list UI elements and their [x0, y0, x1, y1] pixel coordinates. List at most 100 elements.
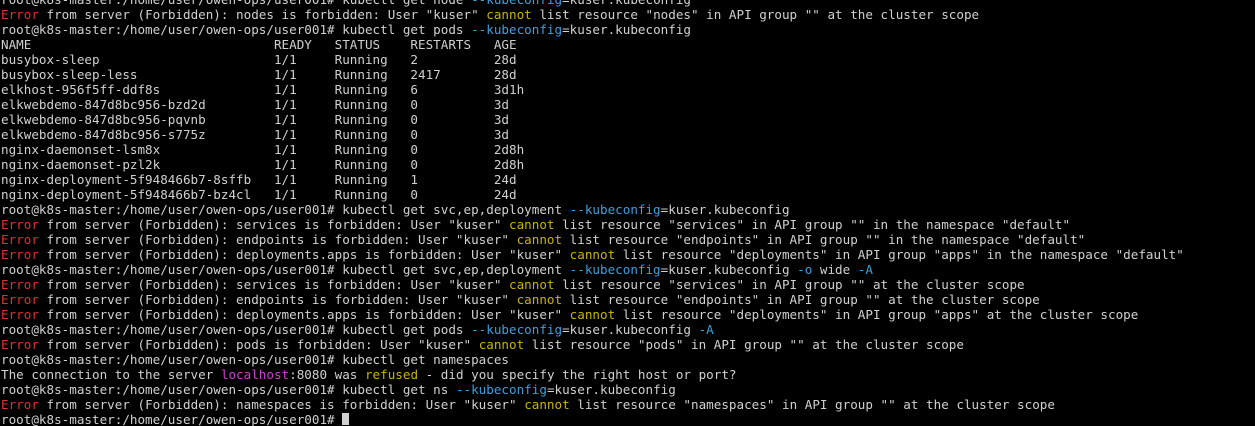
terminal-line: root@k8s-master:/home/user/owen-ops/user…	[1, 202, 1184, 217]
terminal-line: root@k8s-master:/home/user/owen-ops/user…	[1, 412, 1184, 426]
terminal-text-segment: NAME READY STATUS RESTARTS AGE	[1, 37, 517, 52]
terminal-text-segment: Error	[1, 247, 39, 262]
terminal-line: Error from server (Forbidden): deploymen…	[1, 247, 1184, 262]
terminal-line: Error from server (Forbidden): nodes is …	[1, 7, 1184, 22]
terminal-text-segment: root@k8s-master:/home/user/owen-ops/user…	[1, 202, 570, 217]
terminal-line: nginx-deployment-5f948466b7-bz4cl 1/1 Ru…	[1, 187, 1184, 202]
terminal-text-segment: list resource "namespaces" in API group …	[569, 397, 1055, 412]
terminal-text-segment: =kuser.kubeconfig	[562, 322, 699, 337]
terminal-text-segment: cannot	[486, 7, 532, 22]
terminal-text-segment: --kubeconfig	[471, 0, 562, 7]
terminal-line: nginx-daemonset-pzl2k 1/1 Running 0 2d8h	[1, 157, 1184, 172]
terminal-text-segment: root@k8s-master:/home/user/owen-ops/user…	[1, 0, 471, 7]
terminal-text-segment: - did you specify the right host or port…	[418, 367, 737, 382]
terminal-line: elkhost-956f5ff-ddf8s 1/1 Running 6 3d1h	[1, 82, 1184, 97]
terminal-text-segment: --kubeconfig	[569, 202, 661, 217]
terminal-text-segment: from server (Forbidden): services is for…	[38, 217, 510, 232]
terminal-text-segment: --kubeconfig	[569, 262, 661, 277]
cursor-icon	[342, 413, 350, 425]
terminal-text-segment: -A	[698, 322, 714, 337]
terminal-text-segment: cannot	[478, 337, 525, 352]
terminal-line: Error from server (Forbidden): namespace…	[1, 397, 1184, 412]
terminal-text-segment: --kubeconfig	[455, 382, 547, 397]
terminal-text-segment: elkwebdemo-847d8bc956-bzd2d 1/1 Running …	[1, 97, 509, 112]
terminal-text-segment: root@k8s-master:/home/user/owen-ops/user…	[1, 22, 472, 37]
terminal-text-segment: The connection to the server	[1, 367, 221, 382]
terminal-line: elkwebdemo-847d8bc956-s775z 1/1 Running …	[1, 127, 1184, 142]
terminal-text-segment: Error	[1, 307, 39, 322]
terminal-text-segment: list resource "endpoints" in API group "…	[562, 232, 1086, 247]
terminal-text-segment: root@k8s-master:/home/user/owen-ops/user…	[1, 412, 343, 426]
terminal-text-segment: =kuser.kubeconfig	[562, 0, 691, 7]
terminal-line: Error from server (Forbidden): endpoints…	[1, 232, 1184, 247]
terminal-line: root@k8s-master:/home/user/owen-ops/user…	[1, 262, 1184, 277]
terminal-line: Error from server (Forbidden): services …	[1, 277, 1184, 292]
terminal-text-segment: from server (Forbidden): deployments.app…	[38, 307, 570, 322]
terminal-line: root@k8s-master:/home/user/owen-ops/user…	[1, 0, 1184, 7]
terminal-text-segment: wide	[812, 262, 858, 277]
terminal-text-segment: =kuser.kubeconfig	[546, 382, 676, 397]
terminal-text-segment: cannot	[569, 307, 616, 322]
terminal-line: Error from server (Forbidden): services …	[1, 217, 1184, 232]
terminal-text-segment: refused	[364, 367, 419, 382]
terminal-text-segment: cannot	[516, 292, 563, 307]
terminal-line: Error from server (Forbidden): endpoints…	[1, 292, 1184, 307]
terminal-text-segment: Error	[1, 277, 39, 292]
terminal-line: root@k8s-master:/home/user/owen-ops/user…	[1, 352, 1184, 367]
terminal-text-segment: from server (Forbidden): endpoints is fo…	[38, 232, 517, 247]
terminal-text-segment: from server (Forbidden): deployments.app…	[38, 247, 570, 262]
terminal-text-segment: from server (Forbidden): endpoints is fo…	[38, 292, 517, 307]
terminal-text-segment: -A	[857, 262, 873, 277]
terminal-text-segment: cannot	[516, 232, 563, 247]
terminal-text-segment: Error	[1, 217, 39, 232]
terminal-text-segment: Error	[1, 292, 39, 307]
terminal-text-segment: elkhost-956f5ff-ddf8s 1/1 Running 6 3d1h	[1, 82, 525, 97]
terminal-text-segment: elkwebdemo-847d8bc956-s775z 1/1 Running …	[1, 127, 509, 142]
terminal-text-segment: busybox-sleep 1/1 Running 2 28d	[1, 52, 517, 67]
terminal-text-segment: list resource "services" in API group ""…	[554, 217, 1071, 232]
terminal-line: elkwebdemo-847d8bc956-pqvnb 1/1 Running …	[1, 112, 1184, 127]
terminal-text-segment: =kuser.kubeconfig	[660, 202, 790, 217]
terminal-text-segment: from server (Forbidden): namespaces is f…	[38, 397, 525, 412]
terminal-text-segment: cannot	[509, 217, 555, 232]
terminal-text-segment: list resource "services" in API group ""…	[554, 277, 1025, 292]
terminal-text-segment: busybox-sleep-less 1/1 Running 2417 28d	[1, 67, 517, 82]
terminal-text-segment: Error	[1, 7, 39, 22]
terminal-text-segment: nginx-deployment-5f948466b7-8sffb 1/1 Ru…	[1, 172, 517, 187]
terminal-text-segment: from server (Forbidden): services is for…	[38, 277, 510, 292]
terminal-text-segment: from server (Forbidden): nodes is forbid…	[38, 7, 487, 22]
terminal-window[interactable]: root@k8s-master:/home/user/owen-ops/user…	[0, 0, 1255, 426]
terminal-text-segment: list resource "endpoints" in API group "…	[562, 292, 1040, 307]
terminal-text-segment: --kubeconfig	[471, 22, 563, 37]
terminal-text-segment: from server (Forbidden): pods is forbidd…	[38, 337, 479, 352]
terminal-text-segment: localhost	[220, 367, 290, 382]
terminal-text-segment: nginx-deployment-5f948466b7-bz4cl 1/1 Ru…	[1, 187, 517, 202]
terminal-text-segment: list resource "deployments" in API group…	[615, 307, 1139, 322]
terminal-text-segment: Error	[1, 232, 39, 247]
terminal-line: root@k8s-master:/home/user/owen-ops/user…	[1, 382, 1184, 397]
terminal-line: elkwebdemo-847d8bc956-bzd2d 1/1 Running …	[1, 97, 1184, 112]
terminal-text-segment: nginx-daemonset-pzl2k 1/1 Running 0 2d8h	[1, 157, 525, 172]
terminal-text-segment: --kubeconfig	[471, 322, 563, 337]
terminal-text-segment: -o	[797, 262, 813, 277]
terminal-text-segment: cannot	[509, 277, 555, 292]
terminal-line: Error from server (Forbidden): pods is f…	[1, 337, 1184, 352]
terminal-text-segment: Error	[1, 397, 39, 412]
terminal-text-segment: :8080 was	[289, 367, 365, 382]
terminal-text-segment: root@k8s-master:/home/user/owen-ops/user…	[1, 352, 509, 367]
terminal-text-segment: Error	[1, 337, 39, 352]
terminal-line: nginx-deployment-5f948466b7-8sffb 1/1 Ru…	[1, 172, 1184, 187]
terminal-line: NAME READY STATUS RESTARTS AGE	[1, 37, 1184, 52]
terminal-text-segment: list resource "deployments" in API group…	[615, 247, 1184, 262]
terminal-text-segment: root@k8s-master:/home/user/owen-ops/user…	[1, 262, 570, 277]
terminal-text-segment: elkwebdemo-847d8bc956-pqvnb 1/1 Running …	[1, 112, 509, 127]
terminal-text-segment: =kuser.kubeconfig	[562, 22, 691, 37]
terminal-line: Error from server (Forbidden): deploymen…	[1, 307, 1184, 322]
terminal-text-segment: root@k8s-master:/home/user/owen-ops/user…	[1, 382, 456, 397]
terminal-text-segment: root@k8s-master:/home/user/owen-ops/user…	[1, 322, 472, 337]
terminal-text-segment: list resource "nodes" in API group "" at…	[531, 7, 980, 22]
terminal-line: root@k8s-master:/home/user/owen-ops/user…	[1, 22, 1184, 37]
terminal-line: root@k8s-master:/home/user/owen-ops/user…	[1, 322, 1184, 337]
terminal-text-segment: cannot	[524, 397, 570, 412]
terminal-text-segment: nginx-daemonset-lsm8x 1/1 Running 0 2d8h	[1, 142, 525, 157]
